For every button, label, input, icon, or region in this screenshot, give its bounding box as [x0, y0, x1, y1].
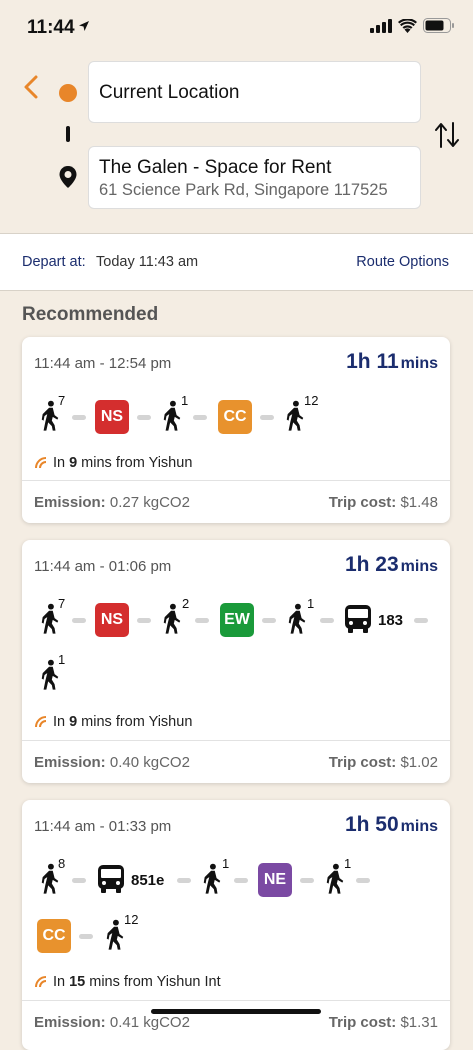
leg-connector [234, 878, 248, 883]
walk-icon [201, 863, 223, 895]
leg-connector [72, 618, 86, 623]
realtime-icon [34, 975, 48, 989]
route-card[interactable]: 11:44 am - 01:06 pm 1h 23 mins 7 NS 2 EW … [22, 540, 450, 783]
destination-name: The Galen - Space for Rent [99, 157, 332, 178]
walk-icon [284, 400, 306, 432]
location-arrow-icon [79, 21, 89, 31]
walk-duration: 1 [344, 856, 352, 871]
battery-icon [423, 18, 454, 33]
route-time-range: 11:44 am - 12:54 pm [34, 355, 172, 372]
status-bar: 11:44 [0, 0, 473, 52]
leg-connector [260, 415, 274, 420]
status-time: 11:44 [27, 17, 75, 38]
leg-connector [414, 618, 428, 623]
line-badge: NE [258, 863, 292, 897]
route-time-range: 11:44 am - 01:06 pm [34, 558, 172, 575]
bus-icon [344, 604, 372, 634]
route-duration: 1h 23 mins [344, 553, 438, 576]
origin-field[interactable]: Current Location [88, 61, 421, 123]
route-card-footer: Emission: 0.40 kgCO2 Trip cost: $1.02 [22, 740, 450, 783]
route-card-footer: Emission: 0.41 kgCO2 Trip cost: $1.31 [22, 1000, 450, 1044]
line-badge: EW [220, 603, 254, 637]
realtime-icon [34, 715, 48, 729]
line-badge: CC [37, 919, 71, 953]
walk-duration: 7 [58, 393, 66, 408]
walk-icon [161, 603, 183, 635]
destination-field[interactable]: The Galen - Space for Rent 61 Science Pa… [88, 146, 421, 209]
trip-cost: Trip cost: $1.31 [328, 1014, 438, 1031]
route-card-footer: Emission: 0.27 kgCO2 Trip cost: $1.48 [22, 480, 450, 523]
leg-connector [137, 415, 151, 420]
status-icons [370, 18, 455, 33]
walk-duration: 1 [307, 596, 315, 611]
depart-label: Depart at: [22, 254, 86, 270]
swap-icon[interactable] [433, 120, 461, 150]
realtime-info: In 9 mins from Yishun [34, 714, 192, 730]
walk-duration: 1 [58, 652, 66, 667]
leg-connector [193, 415, 207, 420]
bus-number: 851e [131, 872, 165, 889]
section-title: Recommended [22, 304, 159, 325]
route-duration: 1h 11 mins [346, 350, 438, 373]
origin-dot-icon [59, 84, 77, 102]
realtime-info: In 15 mins from Yishun Int [34, 974, 221, 990]
walk-duration: 8 [58, 856, 66, 871]
route-connector [66, 126, 70, 142]
wifi-icon [398, 18, 417, 33]
route-options-button[interactable]: Route Options [356, 254, 449, 270]
emission: Emission: 0.40 kgCO2 [34, 754, 190, 771]
walk-duration: 1 [222, 856, 230, 871]
leg-connector [300, 878, 314, 883]
back-chevron-icon[interactable] [20, 74, 42, 100]
line-badge: NS [95, 603, 129, 637]
line-badge: CC [218, 400, 252, 434]
route-duration: 1h 50 mins [344, 813, 438, 836]
leg-connector [79, 934, 93, 939]
origin-value: Current Location [99, 82, 240, 103]
bus-icon [97, 864, 125, 894]
walk-icon [324, 863, 346, 895]
emission: Emission: 0.27 kgCO2 [34, 494, 190, 511]
walk-icon [286, 603, 308, 635]
destination-address: 61 Science Park Rd, Singapore 117525 [99, 181, 388, 199]
route-time-range: 11:44 am - 01:33 pm [34, 818, 172, 835]
leg-connector [177, 878, 191, 883]
trip-cost: Trip cost: $1.48 [328, 494, 438, 511]
depart-bar: Depart at: Today 11:43 am Route Options [0, 233, 473, 291]
walk-duration: 1 [181, 393, 189, 408]
leg-connector [72, 415, 86, 420]
leg-connector [262, 618, 276, 623]
bus-number: 183 [378, 612, 404, 629]
walk-duration: 12 [304, 393, 319, 408]
walk-icon [161, 400, 183, 432]
leg-connector [137, 618, 151, 623]
walk-icon [104, 919, 126, 951]
realtime-info: In 9 mins from Yishun [34, 455, 192, 471]
leg-connector [195, 618, 209, 623]
route-card[interactable]: 11:44 am - 12:54 pm 1h 11 mins 7 NS 1 CC … [22, 337, 450, 523]
signal-icon [370, 18, 392, 33]
realtime-icon [34, 456, 48, 470]
line-badge: NS [95, 400, 129, 434]
trip-cost: Trip cost: $1.02 [328, 754, 438, 771]
leg-connector [356, 878, 370, 883]
walk-duration: 12 [124, 912, 139, 927]
location-pin-icon [59, 166, 77, 188]
leg-connector [320, 618, 334, 623]
depart-time-button[interactable]: Today 11:43 am [96, 254, 198, 270]
walk-duration: 7 [58, 596, 66, 611]
home-indicator[interactable] [151, 1009, 321, 1014]
emission: Emission: 0.41 kgCO2 [34, 1014, 190, 1031]
leg-connector [72, 878, 86, 883]
walk-duration: 2 [182, 596, 190, 611]
